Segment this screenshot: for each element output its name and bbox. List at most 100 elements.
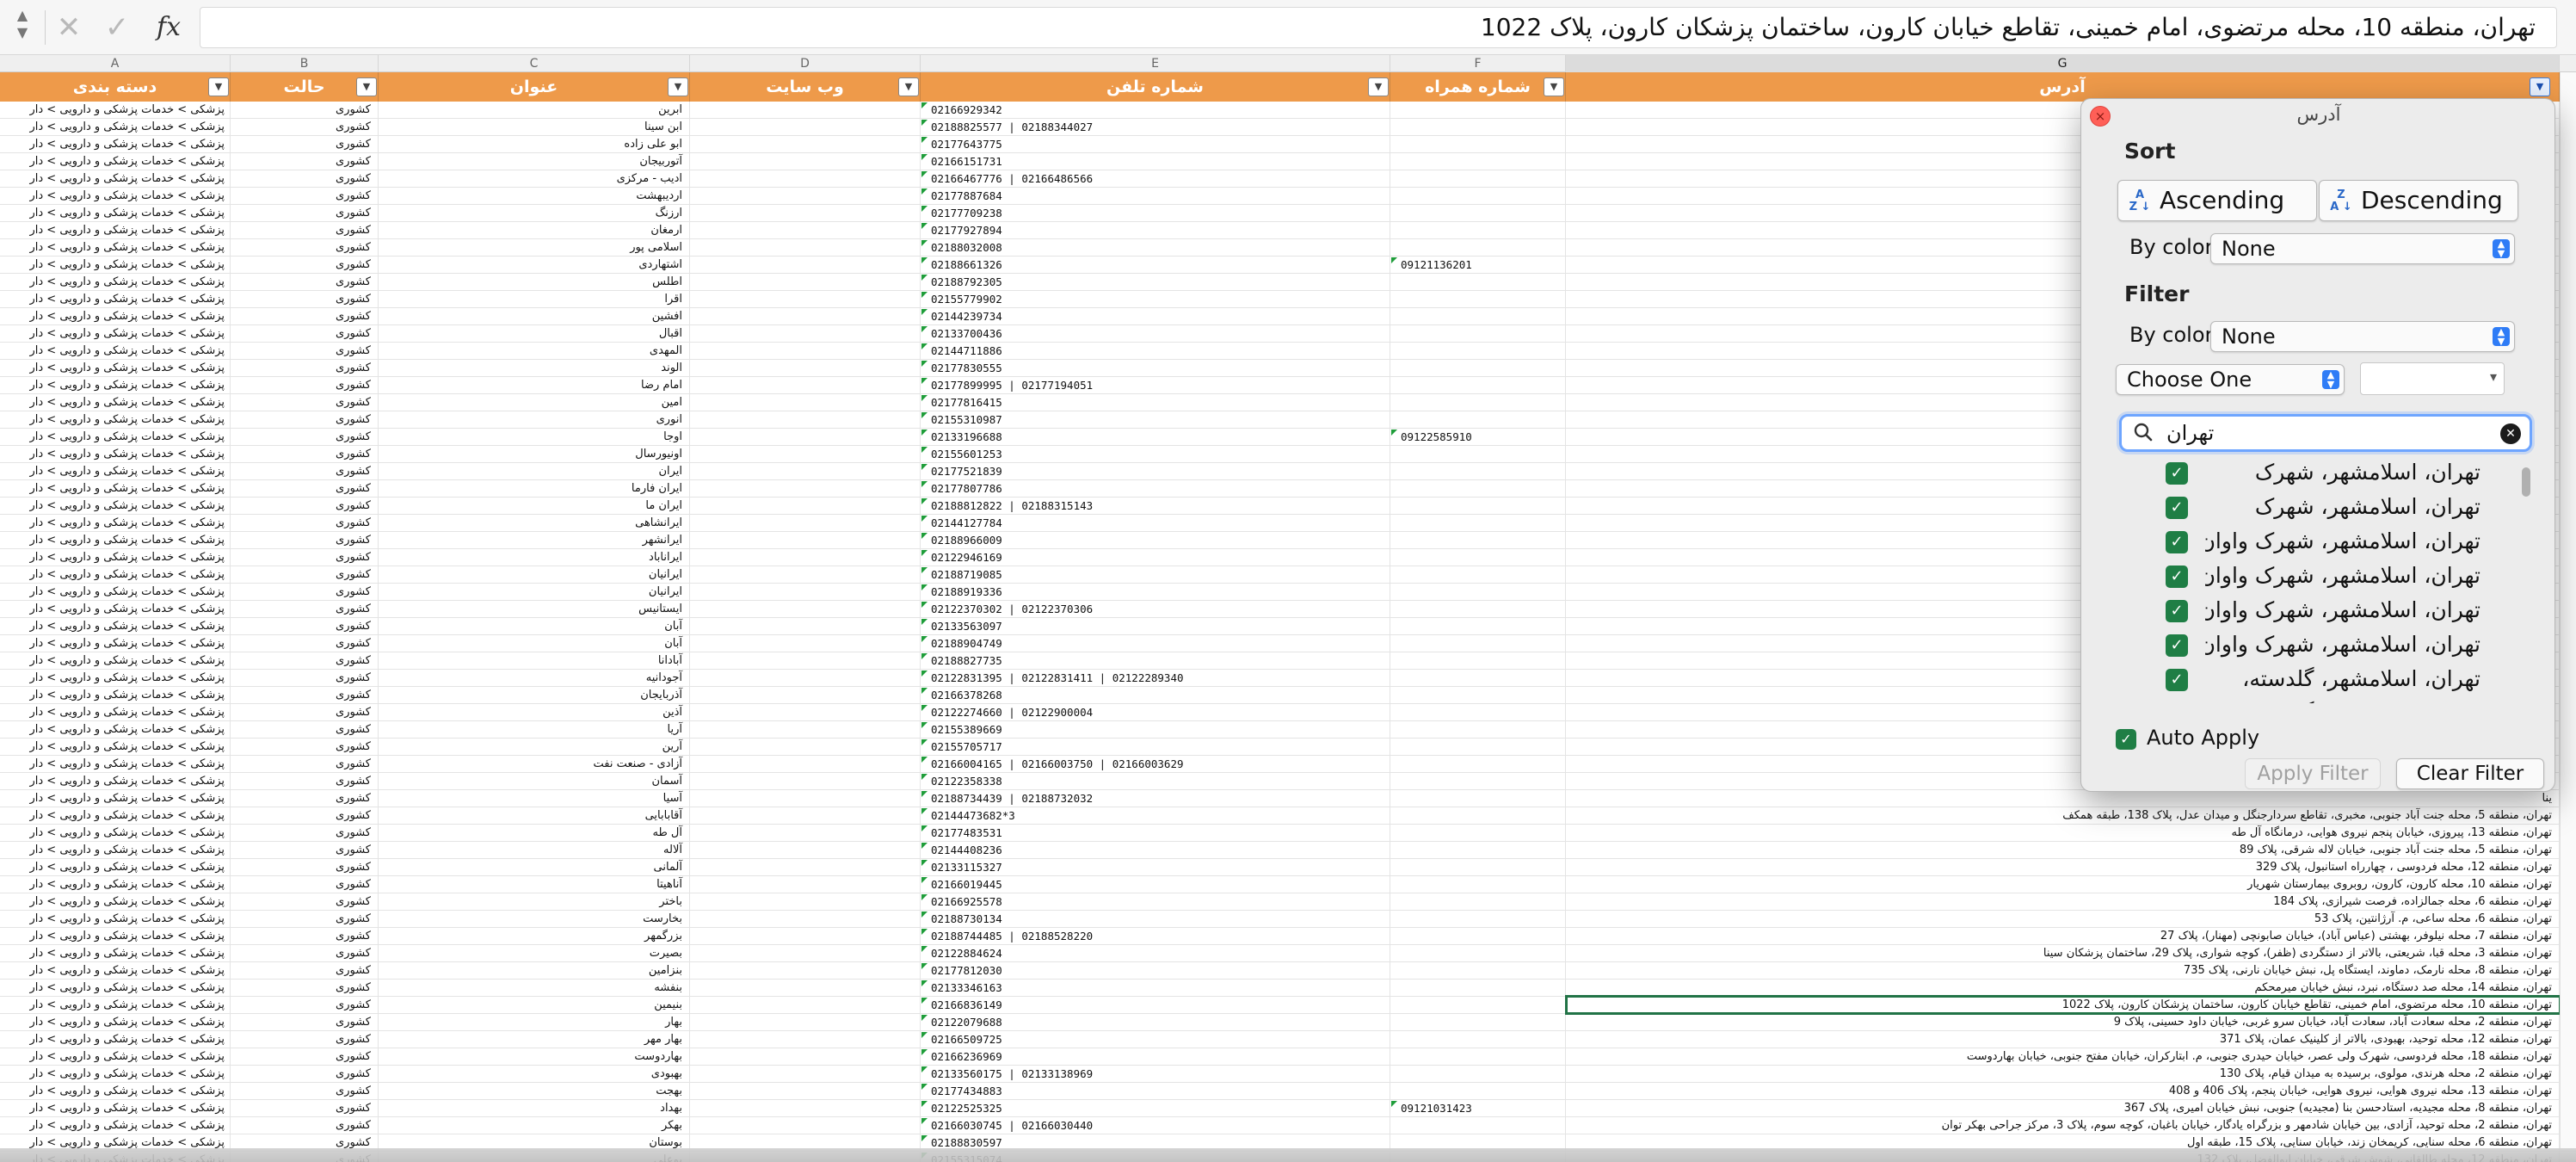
title-cell[interactable]: آذربایجان	[379, 687, 690, 704]
address-cell[interactable]: تهران، منطقه 2، محله توحید، آزادی، بین خ…	[1566, 1117, 2560, 1134]
address-cell[interactable]: تهران، منطقه 5، محله جنت آباد جنوبی، مخب…	[1566, 807, 2560, 825]
category-cell[interactable]: پزشکی > خدمات پزشکی و دارویی > دار	[0, 652, 231, 670]
checkbox-checked[interactable]: ✓	[2166, 600, 2188, 622]
category-cell[interactable]: پزشکی > خدمات پزشکی و دارویی > دار	[0, 1066, 231, 1083]
status-cell[interactable]: کشوری	[231, 498, 379, 515]
mobile-cell[interactable]	[1390, 1014, 1566, 1031]
title-cell[interactable]: الوند	[379, 360, 690, 377]
phone-cell[interactable]: 02188825577 | 02188344027	[921, 119, 1390, 136]
list-item[interactable]: ✓ تهران، اسلامشهر، شهرک واوان،	[2119, 559, 2498, 593]
website-cell[interactable]	[690, 308, 921, 325]
category-cell[interactable]: پزشکی > خدمات پزشکی و دارویی > دار	[0, 1100, 231, 1117]
phone-cell[interactable]: 02188827735	[921, 652, 1390, 670]
mobile-cell[interactable]	[1390, 532, 1566, 549]
phone-cell[interactable]: 02166509725	[921, 1031, 1390, 1048]
phone-cell[interactable]: 02177709238	[921, 205, 1390, 222]
category-cell[interactable]: پزشکی > خدمات پزشکی و دارویی > دار	[0, 549, 231, 566]
title-cell[interactable]: بنفشه	[379, 980, 690, 997]
status-cell[interactable]: کشوری	[231, 704, 379, 721]
status-cell[interactable]: کشوری	[231, 893, 379, 911]
phone-cell[interactable]: 02166836149	[921, 997, 1390, 1014]
status-cell[interactable]: کشوری	[231, 687, 379, 704]
website-cell[interactable]	[690, 480, 921, 498]
status-cell[interactable]: کشوری	[231, 532, 379, 549]
formula-input[interactable]: تهران، منطقه 10، محله مرتضوی، امام خمینی…	[200, 7, 2557, 48]
phone-cell[interactable]: 02166151731	[921, 153, 1390, 170]
title-cell[interactable]: بنیمین	[379, 997, 690, 1014]
mobile-cell[interactable]	[1390, 670, 1566, 687]
condition-value-field[interactable]: ▾	[2360, 362, 2505, 395]
status-cell[interactable]: کشوری	[231, 325, 379, 343]
filter-dropdown-icon[interactable]: ▼	[1368, 77, 1389, 96]
status-cell[interactable]: کشوری	[231, 1014, 379, 1031]
status-cell[interactable]: کشوری	[231, 842, 379, 859]
phone-cell[interactable]: 02166467776 | 02166486566	[921, 170, 1390, 188]
mobile-cell[interactable]	[1390, 480, 1566, 498]
title-cell[interactable]: ارمغان	[379, 222, 690, 239]
website-cell[interactable]	[690, 274, 921, 291]
address-cell[interactable]: تهران، منطقه 13، پیروزی، خیابان پنجم نیر…	[1566, 825, 2560, 842]
category-cell[interactable]: پزشکی > خدمات پزشکی و دارویی > دار	[0, 532, 231, 549]
checkbox-checked[interactable]: ✓	[2166, 462, 2188, 485]
address-cell[interactable]: تهران، منطقه 6، محله ساعی، م. آرژانتین، …	[1566, 911, 2560, 928]
vertical-scrollbar[interactable]	[2560, 72, 2576, 1148]
address-cell[interactable]: تهران، منطقه 5، محله جنت آباد جنوبی، خیا…	[1566, 842, 2560, 859]
website-cell[interactable]	[690, 153, 921, 170]
category-cell[interactable]: پزشکی > خدمات پزشکی و دارویی > دار	[0, 274, 231, 291]
mobile-cell[interactable]	[1390, 773, 1566, 790]
phone-cell[interactable]: 02122884624	[921, 945, 1390, 962]
phone-cell[interactable]: 02122274660 | 02122900004	[921, 704, 1390, 721]
status-cell[interactable]: کشوری	[231, 980, 379, 997]
phone-cell[interactable]: 02155779902	[921, 291, 1390, 308]
category-cell[interactable]: پزشکی > خدمات پزشکی و دارویی > دار	[0, 1014, 231, 1031]
title-cell[interactable]: اطلس	[379, 274, 690, 291]
mobile-cell[interactable]	[1390, 308, 1566, 325]
website-cell[interactable]	[690, 704, 921, 721]
mobile-cell[interactable]	[1390, 463, 1566, 480]
title-cell[interactable]: ایران ما	[379, 498, 690, 515]
status-cell[interactable]: کشوری	[231, 102, 379, 119]
list-item[interactable]: ✓ تهران، اسلامشهر، شهرک واوان،	[2119, 627, 2498, 662]
status-cell[interactable]: کشوری	[231, 308, 379, 325]
category-cell[interactable]: پزشکی > خدمات پزشکی و دارویی > دار	[0, 446, 231, 463]
title-cell[interactable]: بهار مهر	[379, 1031, 690, 1048]
filter-dropdown-icon[interactable]: ▼	[1544, 77, 1564, 96]
category-cell[interactable]: پزشکی > خدمات پزشکی و دارویی > دار	[0, 980, 231, 997]
website-cell[interactable]	[690, 1083, 921, 1100]
category-cell[interactable]: پزشکی > خدمات پزشکی و دارویی > دار	[0, 205, 231, 222]
phone-cell[interactable]: 02188904749	[921, 635, 1390, 652]
title-cell[interactable]: ایرانیان	[379, 584, 690, 601]
phone-cell[interactable]: 02177521839	[921, 463, 1390, 480]
list-item[interactable]: ✓ تهران، اسلامشهر، شهرک واوان،	[2119, 593, 2498, 627]
address-cell[interactable]: تهران، منطقه 14، محله صد دستگاه، نبرد، ن…	[1566, 980, 2560, 997]
website-cell[interactable]	[690, 1066, 921, 1083]
mobile-cell[interactable]	[1390, 601, 1566, 618]
confirm-icon[interactable]: ✓	[98, 9, 136, 46]
category-cell[interactable]: پزشکی > خدمات پزشکی و دارویی > دار	[0, 635, 231, 652]
website-cell[interactable]	[690, 291, 921, 308]
category-cell[interactable]: پزشکی > خدمات پزشکی و دارویی > دار	[0, 153, 231, 170]
website-cell[interactable]	[690, 205, 921, 222]
phone-cell[interactable]: 02122525325	[921, 1100, 1390, 1117]
mobile-cell[interactable]	[1390, 807, 1566, 825]
clear-filter-button[interactable]: Clear Filter	[2396, 758, 2544, 789]
title-cell[interactable]: آرین	[379, 739, 690, 756]
mobile-cell[interactable]	[1390, 859, 1566, 876]
mobile-cell[interactable]	[1390, 842, 1566, 859]
status-cell[interactable]: کشوری	[231, 1031, 379, 1048]
mobile-cell[interactable]: 09122585910	[1390, 429, 1566, 446]
category-cell[interactable]: پزشکی > خدمات پزشکی و دارویی > دار	[0, 945, 231, 962]
title-cell[interactable]: ابو علی زاده	[379, 136, 690, 153]
mobile-cell[interactable]	[1390, 222, 1566, 239]
mobile-cell[interactable]	[1390, 566, 1566, 584]
column-letter-c[interactable]: C	[379, 55, 690, 72]
category-cell[interactable]: پزشکی > خدمات پزشکی و دارویی > دار	[0, 962, 231, 980]
status-cell[interactable]: کشوری	[231, 670, 379, 687]
condition-dropdown[interactable]: Choose One ▲ ▼	[2116, 364, 2345, 395]
status-cell[interactable]: کشوری	[231, 394, 379, 411]
mobile-cell[interactable]	[1390, 635, 1566, 652]
website-cell[interactable]	[690, 773, 921, 790]
phone-cell[interactable]: 02166019445	[921, 876, 1390, 893]
website-cell[interactable]	[690, 515, 921, 532]
title-cell[interactable]: امین	[379, 394, 690, 411]
